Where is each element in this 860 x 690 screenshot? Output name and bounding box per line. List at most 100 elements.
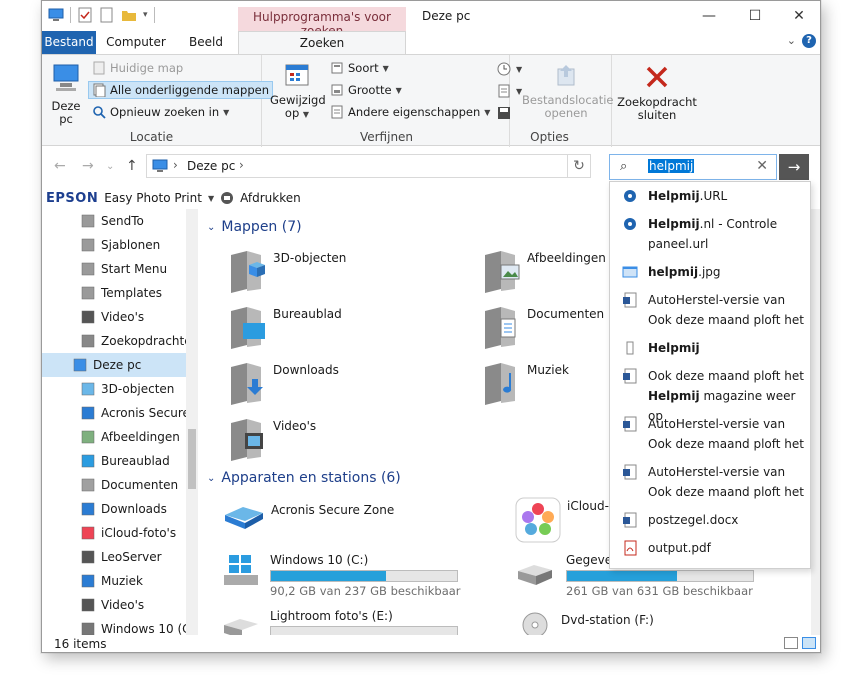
search-suggestion-item[interactable]: Helpmij.nl - Controle paneel.url bbox=[610, 214, 810, 254]
pc-icon[interactable] bbox=[48, 7, 64, 23]
breadcrumb-chevron-icon[interactable]: › bbox=[173, 158, 178, 172]
navigation-scrollbar-thumb[interactable] bbox=[188, 429, 196, 489]
tab-bestand[interactable]: Bestand bbox=[42, 31, 96, 54]
sidebar-item[interactable]: Muziek bbox=[42, 569, 197, 593]
section-apparaten[interactable]: ⌄ Apparaten en stations (6) bbox=[207, 470, 401, 486]
gewijzigd-op-button[interactable]: Gewijzigd op ▼ bbox=[270, 61, 326, 121]
opnieuw-zoeken-button[interactable]: Opnieuw zoeken in ▼ bbox=[92, 105, 229, 119]
details-view-icon[interactable] bbox=[784, 637, 798, 649]
sidebar-item[interactable]: Deze pc bbox=[42, 353, 197, 377]
folder-3d-objecten[interactable]: 3D-objecten bbox=[227, 249, 346, 293]
sidebar-item[interactable]: Zoekopdrachte bbox=[42, 329, 197, 353]
search-suggestion-item[interactable]: postzegel.docx bbox=[610, 510, 810, 530]
andere-eigenschappen-button[interactable]: Andere eigenschappen ▼ bbox=[330, 105, 490, 119]
search-suggestion-item[interactable]: helpmij.jpg bbox=[610, 262, 810, 282]
refresh-button[interactable]: ↻ bbox=[567, 154, 591, 178]
tab-beeld[interactable]: Beeld bbox=[176, 31, 236, 54]
afdrukken-button[interactable]: Afdrukken bbox=[240, 191, 301, 205]
search-suggestion-item[interactable]: output.pdf bbox=[610, 538, 810, 558]
folder-afbeeldingen[interactable]: Afbeeldingen bbox=[481, 249, 606, 293]
search-suggestion-item[interactable]: AutoHerstel-versie van Ook deze maand pl… bbox=[610, 290, 810, 330]
device-acronis-secure-zone[interactable]: Acronis Secure Zone bbox=[221, 501, 394, 531]
close-button[interactable]: ✕ bbox=[776, 1, 820, 31]
sidebar-item-label: Start Menu bbox=[101, 262, 168, 276]
navigation-scrollbar[interactable] bbox=[186, 209, 198, 635]
help-icon[interactable]: ? bbox=[802, 34, 816, 48]
folder-videos[interactable]: Video's bbox=[227, 417, 316, 461]
sidebar-item[interactable]: Templates bbox=[42, 281, 197, 305]
suggestion-match-text: helpmij bbox=[648, 265, 699, 279]
sidebar-item[interactable]: Start Menu bbox=[42, 257, 197, 281]
folder-muziek[interactable]: Muziek bbox=[481, 361, 569, 405]
search-input[interactable]: helpmij bbox=[648, 159, 695, 173]
sidebar-item[interactable]: LeoServer bbox=[42, 545, 197, 569]
alle-onderliggende-mappen-button[interactable]: Alle onderliggende mappen bbox=[88, 81, 274, 99]
forward-arrow-icon[interactable]: → bbox=[82, 158, 94, 174]
device-drive-c[interactable] bbox=[221, 553, 261, 589]
deze-pc-label-2: pc bbox=[59, 112, 73, 126]
cube-folder-icon bbox=[231, 251, 265, 293]
sidebar-item[interactable]: Video's bbox=[42, 305, 197, 329]
chevron-down-icon: ▼ bbox=[223, 107, 230, 117]
sidebar-item[interactable]: 3D-objecten bbox=[42, 377, 197, 401]
search-icon bbox=[93, 106, 106, 119]
up-arrow-icon[interactable]: ↑ bbox=[126, 158, 138, 174]
search-suggestion-item[interactable]: Helpmij.URL bbox=[610, 186, 810, 206]
chevron-down-icon[interactable]: ▼ bbox=[208, 194, 214, 203]
search-suggestions-dropdown: Helpmij.URL Helpmij.nl - Controle paneel.… bbox=[609, 181, 811, 569]
breadcrumb-deze-pc[interactable]: Deze pc bbox=[187, 159, 235, 173]
search-suggestion-item[interactable]: AutoHerstel-versie van Ook deze maand pl… bbox=[610, 462, 810, 502]
main-scrollbar[interactable] bbox=[811, 209, 820, 635]
sidebar-item[interactable]: iCloud-foto's bbox=[42, 521, 197, 545]
save-search-button[interactable] bbox=[496, 105, 512, 121]
huidige-map-button[interactable]: Huidige map bbox=[92, 61, 183, 75]
soort-button[interactable]: Soort ▼ bbox=[330, 61, 389, 75]
recent-searches-button[interactable]: ▼ bbox=[496, 61, 522, 77]
sidebar-item[interactable]: Bureaublad bbox=[42, 449, 197, 473]
qat-customize-icon[interactable]: ▾ bbox=[143, 10, 148, 20]
sidebar-item[interactable]: SendTo bbox=[42, 209, 197, 233]
group-opties: ▼ ▼ Bestandslocatie openen Opties bbox=[488, 55, 613, 147]
address-bar[interactable]: › Deze pc › ⌄ bbox=[146, 154, 590, 178]
advanced-options-button[interactable]: ▼ bbox=[496, 83, 522, 99]
minimize-button[interactable]: — bbox=[686, 1, 732, 31]
sidebar-item[interactable]: Downloads bbox=[42, 497, 197, 521]
search-box[interactable]: ⌕ helpmij ✕ bbox=[609, 154, 777, 180]
server-icon bbox=[81, 550, 95, 564]
deze-pc-button[interactable]: Deze pc bbox=[48, 61, 84, 126]
sidebar-item[interactable]: Video's bbox=[42, 593, 197, 617]
search-go-button[interactable]: → bbox=[779, 154, 809, 180]
properties-icon[interactable] bbox=[77, 7, 93, 23]
sidebar-item[interactable]: Afbeeldingen bbox=[42, 425, 197, 449]
sidebar-item[interactable]: Sjablonen bbox=[42, 233, 197, 257]
tab-zoeken[interactable]: Zoeken bbox=[238, 31, 406, 55]
sidebar-item[interactable]: Acronis Secure bbox=[42, 401, 197, 425]
recent-locations-chevron-icon[interactable]: ⌄ bbox=[106, 161, 114, 172]
chevron-down-icon[interactable]: ⌄ bbox=[787, 34, 796, 47]
breadcrumb-chevron-icon[interactable]: › bbox=[239, 158, 244, 172]
folder-downloads[interactable]: Downloads bbox=[227, 361, 339, 405]
group-locatie: Deze pc Huidige map Alle onderliggende m… bbox=[42, 55, 274, 147]
back-arrow-icon[interactable]: ← bbox=[54, 158, 66, 174]
folder-bureaublad[interactable]: Bureaublad bbox=[227, 305, 342, 349]
sidebar-item[interactable]: Windows 10 (C bbox=[42, 617, 197, 635]
drive-folder-icon bbox=[81, 406, 95, 420]
device-drive-e[interactable] bbox=[221, 613, 261, 635]
new-folder-icon[interactable] bbox=[99, 7, 115, 23]
device-drive-f[interactable]: Dvd-station (F:) bbox=[515, 611, 654, 635]
zoekopdracht-sluiten-button[interactable]: Zoekopdracht sluiten bbox=[616, 63, 698, 122]
sidebar-item[interactable]: Documenten bbox=[42, 473, 197, 497]
folder-icon[interactable] bbox=[121, 7, 137, 23]
search-suggestion-item[interactable]: Helpmij bbox=[610, 338, 810, 358]
folder-documenten[interactable]: Documenten bbox=[481, 305, 604, 349]
section-mappen[interactable]: ⌄ Mappen (7) bbox=[207, 219, 302, 235]
tab-computer[interactable]: Computer bbox=[100, 31, 172, 54]
bestandslocatie-openen-button[interactable]: Bestandslocatie openen bbox=[522, 61, 613, 120]
device-drive-d[interactable] bbox=[515, 559, 555, 589]
grootte-button[interactable]: Grootte ▼ bbox=[330, 83, 402, 97]
easy-photo-print-button[interactable]: Easy Photo Print bbox=[104, 191, 202, 205]
maximize-button[interactable]: ☐ bbox=[732, 1, 778, 31]
search-suggestion-item[interactable]: AutoHerstel-versie van Ook deze maand pl… bbox=[610, 414, 810, 454]
clear-search-icon[interactable]: ✕ bbox=[756, 158, 768, 174]
large-icons-view-icon[interactable] bbox=[802, 637, 816, 649]
